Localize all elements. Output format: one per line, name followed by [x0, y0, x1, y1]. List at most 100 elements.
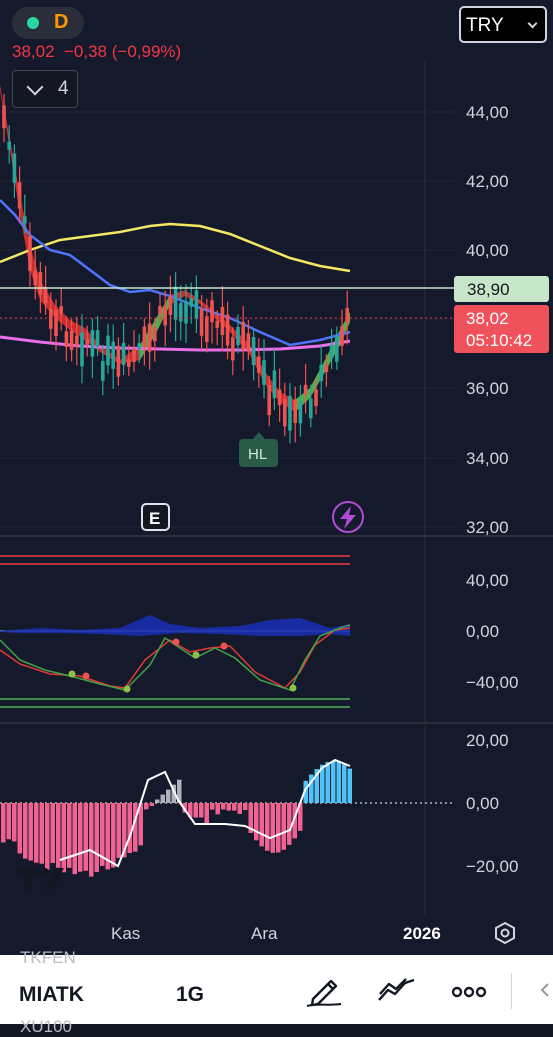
more-icon[interactable] — [451, 986, 487, 998]
histogram-pane — [0, 758, 455, 877]
candle-body — [199, 308, 204, 336]
candle-body — [257, 356, 261, 373]
candle-body — [116, 345, 121, 377]
indicator-count: 4 — [58, 78, 69, 99]
chart-canvas[interactable]: 44,00 42,00 40,00 36,00 34,00 32,00 38,9… — [0, 0, 553, 955]
histogram-bar — [336, 761, 341, 803]
histogram-bar — [127, 803, 132, 854]
hl-pattern-pointer — [253, 432, 265, 439]
price-axis-label: 32,00 — [466, 518, 509, 537]
chart-area[interactable]: 44,00 42,00 40,00 36,00 34,00 32,00 38,9… — [0, 0, 553, 955]
time-axis-label: Kas — [111, 924, 140, 943]
histogram-bar — [325, 761, 330, 803]
candle-body — [2, 105, 6, 129]
candle-body — [298, 401, 303, 424]
candle-body — [168, 296, 173, 315]
candle-body — [277, 389, 282, 406]
hl-pattern-label: HL — [248, 446, 267, 463]
symbol-status-pill[interactable]: D — [12, 7, 84, 39]
chevron-down-icon — [527, 18, 538, 29]
back-arrow-icon[interactable] — [538, 981, 552, 999]
drawing-tools-icon[interactable] — [377, 978, 417, 1004]
candle-body — [283, 399, 287, 427]
candle-body — [106, 335, 110, 366]
candle-body — [33, 270, 37, 286]
histogram-bar — [254, 803, 259, 841]
histogram-bar — [17, 803, 22, 854]
price-change-line: 38,02 −0,38 (−0,99%) — [12, 42, 182, 61]
candle-body — [340, 326, 344, 346]
histogram-bar — [243, 803, 248, 811]
price-axis-label: 40,00 — [466, 241, 509, 260]
histogram-bar — [6, 803, 11, 840]
horizontal-line-label: 38,90 — [467, 280, 510, 299]
countdown-label: 05:10:42 — [466, 331, 532, 350]
price-axis-label: 42,00 — [466, 172, 509, 191]
histogram-bar — [34, 803, 39, 863]
earnings-marker-label: E — [149, 509, 160, 528]
candle-body — [173, 286, 178, 320]
candle-body — [194, 290, 199, 319]
histogram-axis-label: −20,00 — [466, 857, 518, 876]
histogram-bar — [199, 803, 204, 818]
settings-icon[interactable] — [495, 921, 515, 945]
market-status-dot — [27, 17, 39, 29]
price-axis-label: 44,00 — [466, 103, 509, 122]
currency-select[interactable]: TRY — [459, 6, 547, 43]
histogram-bar — [221, 803, 226, 810]
oscillator-signal-line — [0, 627, 351, 689]
histogram-bar — [39, 803, 44, 864]
candle-body — [75, 335, 79, 346]
histogram-bar — [94, 803, 99, 872]
time-axis-label: Ara — [251, 924, 278, 943]
candle-body — [236, 326, 240, 346]
candle-body — [121, 342, 126, 365]
oscillator-axis-label: 40,00 — [466, 571, 509, 590]
histogram-bar — [232, 803, 237, 811]
oscillator-axis-label: −40,00 — [466, 673, 518, 692]
candle-body — [69, 330, 74, 351]
histogram-bar — [72, 803, 77, 875]
pencil-icon[interactable] — [305, 973, 345, 1007]
candle-body — [272, 370, 277, 399]
histogram-bar — [56, 803, 61, 868]
symbol-button[interactable]: MIATK — [19, 983, 84, 1007]
candle-body — [329, 344, 334, 359]
histogram-bar — [265, 803, 270, 851]
histogram-bar — [144, 803, 149, 810]
candle-body — [132, 349, 136, 362]
interval-button[interactable]: 1G — [176, 983, 204, 1007]
candle-body — [142, 326, 147, 347]
candle-body — [335, 335, 339, 362]
candle-body — [189, 298, 193, 307]
candle-body — [267, 385, 271, 416]
histogram-bar — [210, 803, 215, 810]
candle-body — [28, 236, 32, 271]
cross-dot — [82, 672, 90, 680]
moving-average-yellow — [0, 222, 351, 273]
candle-body — [137, 343, 141, 350]
candle-body — [205, 316, 209, 343]
histogram-bar — [111, 803, 116, 868]
candle-body — [54, 310, 58, 337]
oscillator-pane — [0, 555, 351, 708]
candle-body — [147, 323, 152, 352]
candle-body — [163, 306, 167, 326]
bottom-toolbar: TKFEN MIATK 1G XU100 — [0, 948, 553, 1036]
time-axis-label: 2026 — [403, 924, 441, 943]
candle-body — [262, 360, 266, 386]
histogram-bar — [50, 803, 55, 864]
histogram-bar — [166, 789, 171, 803]
indicators-toggle[interactable]: 4 — [12, 70, 78, 108]
cross-dot — [289, 684, 297, 692]
watchlist-prev-symbol[interactable]: TKFEN — [20, 948, 76, 968]
cross-dot — [220, 642, 228, 650]
histogram-bar — [331, 761, 336, 803]
watchlist-next-symbol[interactable]: XU100 — [20, 1017, 72, 1037]
candle-body — [90, 330, 95, 357]
candle-body — [288, 395, 292, 431]
oscillator-area — [0, 615, 350, 636]
oscillator-axis-label: 0,00 — [466, 622, 499, 641]
histogram-bar — [237, 803, 242, 814]
candle-body — [220, 306, 225, 336]
